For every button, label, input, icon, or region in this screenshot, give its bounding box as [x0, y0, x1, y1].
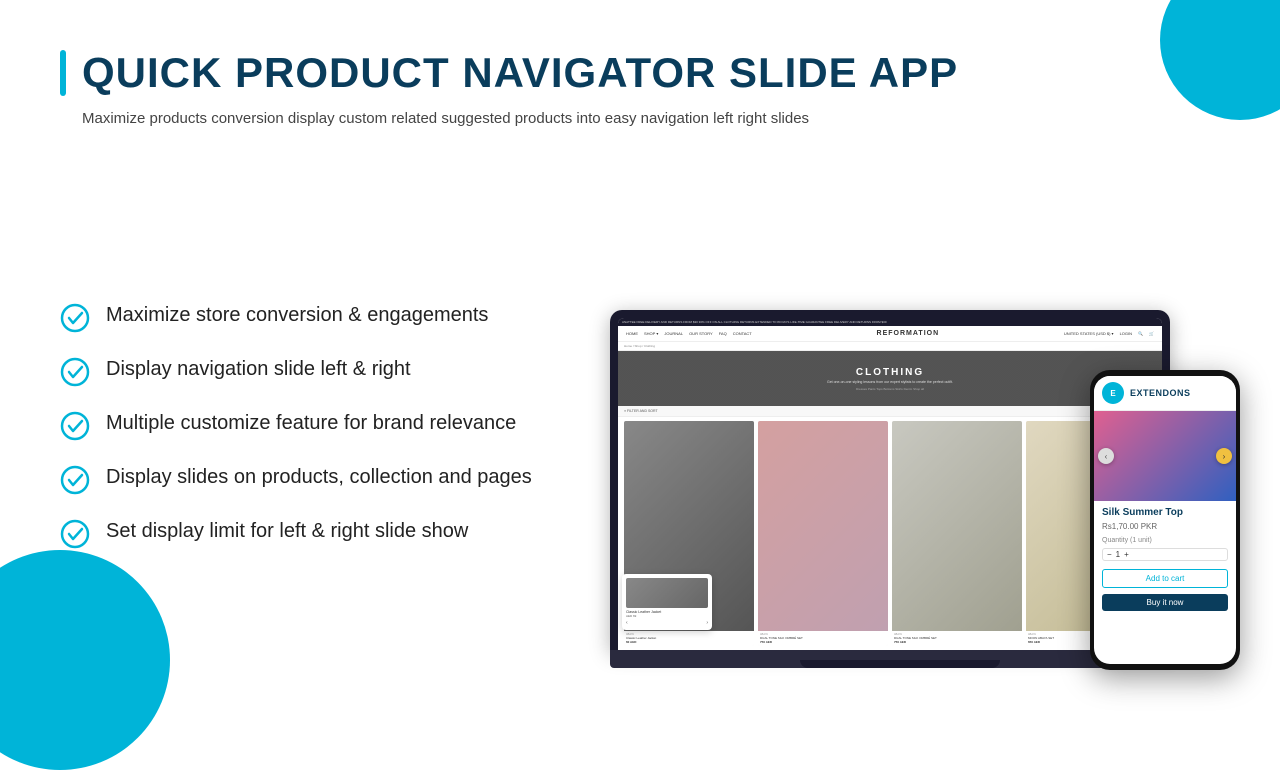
site-hero: CLOTHING Get one-on-one styling lessons …: [618, 351, 1162, 406]
nav-our-story: OUR STORY: [689, 331, 713, 336]
slide-next-arrow[interactable]: ›: [706, 620, 708, 626]
site-top-bar: ANATTEE FREE DELIVERY AND RETURNS FROM $…: [618, 318, 1162, 326]
site-nav-right: UNITED STATES (USD $) ▾ LOGIN 🔍 🛒: [1064, 331, 1154, 336]
feature-text-2: Display navigation slide left & right: [106, 355, 411, 383]
filter-label: ≡ FILTER AND SORT: [624, 409, 658, 413]
mobile-brand-name: EXTENDONS: [1130, 388, 1191, 398]
mobile-qty-minus[interactable]: −: [1107, 550, 1112, 559]
mobile-qty-label: Quantity (1 unit): [1102, 537, 1152, 544]
title-wrapper: QUICK PRODUCT NAVIGATOR SLIDE APP: [60, 50, 1220, 96]
feature-item-1: Maximize store conversion & engagements: [60, 301, 540, 333]
feature-text-4: Display slides on products, collection a…: [106, 463, 532, 491]
product-price-3: 750 AED: [894, 640, 1020, 644]
nav-home: HOME: [626, 331, 638, 336]
slide-widget-img: [626, 578, 708, 608]
slide-prev-arrow[interactable]: ‹: [626, 620, 628, 626]
mobile-qty-controls[interactable]: − 1 +: [1102, 548, 1228, 561]
mobile-header: E EXTENDONS: [1094, 376, 1236, 411]
nav-search-icon: 🔍: [1138, 331, 1143, 336]
check-icon-4: [60, 465, 90, 495]
breadcrumb-text: Home / Shop / Clothing: [624, 344, 655, 348]
site-logo: REFORMATION: [877, 330, 940, 337]
mobile-logo-circle: E: [1102, 382, 1124, 404]
mobile-qty-plus[interactable]: +: [1124, 550, 1129, 559]
product-info-2: ABAYA DUAL TONE SILK OMBRÉ SET 750 AED: [758, 631, 888, 646]
site-top-bar-text: ANATTEE FREE DELIVERY AND RETURNS FROM $…: [622, 320, 887, 324]
feature-item-4: Display slides on products, collection a…: [60, 463, 540, 495]
site-hero-sub: Get one-on-one styling lessons from our …: [827, 380, 953, 384]
title-accent-bar: [60, 50, 66, 96]
mobile-qty-row: Quantity (1 unit): [1102, 537, 1228, 544]
mobile-add-to-cart-button[interactable]: Add to cart: [1102, 569, 1228, 588]
header-section: QUICK PRODUCT NAVIGATOR SLIDE APP Maximi…: [60, 50, 1220, 131]
product-price-1: 60 AED: [626, 640, 752, 644]
mobile-product-price: Rs1,70.00 PKR: [1102, 522, 1228, 531]
feature-text-3: Multiple customize feature for brand rel…: [106, 409, 516, 437]
site-nav-links: HOME SHOP ▾ JOURNAL OUR STORY FAQ CONTAC…: [626, 331, 752, 336]
features-list: Maximize store conversion & engagements …: [60, 161, 540, 690]
mobile-qty-value: 1: [1116, 550, 1120, 559]
page-title: QUICK PRODUCT NAVIGATOR SLIDE APP: [82, 50, 958, 96]
feature-item-5: Set display limit for left & right slide…: [60, 517, 540, 549]
content-area: Maximize store conversion & engagements …: [60, 161, 1220, 690]
product-img-2: [758, 421, 888, 631]
product-card-3: ABAYA DUAL TONE SILK OMBRÉ SET 750 AED: [892, 421, 1022, 646]
product-card-2: ABAYA DUAL TONE SILK OMBRÉ SET 750 AED: [758, 421, 888, 646]
nav-contact: CONTACT: [733, 331, 752, 336]
mobile-prev-arrow[interactable]: ‹: [1098, 448, 1114, 464]
nav-cart-icon: 🛒: [1149, 331, 1154, 336]
mobile-buy-now-button[interactable]: Buy it now: [1102, 594, 1228, 611]
mobile-brand-initial: E: [1110, 389, 1115, 398]
feature-text-5: Set display limit for left & right slide…: [106, 517, 468, 545]
product-price-2: 750 AED: [760, 640, 886, 644]
site-hero-links: Dresses Pants Tops Bottoms Skirts Denim …: [856, 387, 924, 391]
main-container: QUICK PRODUCT NAVIGATOR SLIDE APP Maximi…: [0, 0, 1280, 720]
mobile-product-image-container: ‹ ›: [1094, 411, 1236, 501]
mobile-mockup: E EXTENDONS ‹ ›: [1090, 370, 1240, 670]
slide-widget-price: AED 69: [626, 614, 708, 618]
mobile-next-arrow[interactable]: ›: [1216, 448, 1232, 464]
nav-journal: JOURNAL: [664, 331, 683, 336]
site-nav: HOME SHOP ▾ JOURNAL OUR STORY FAQ CONTAC…: [618, 326, 1162, 342]
mobile-slide-arrows: ‹ ›: [1094, 448, 1236, 464]
mobile-next-icon: ›: [1223, 452, 1226, 461]
product-info-3: ABAYA DUAL TONE SILK OMBRÉ SET 750 AED: [892, 631, 1022, 646]
mobile-product-title: Silk Summer Top: [1102, 507, 1228, 518]
laptop-screen-inner: ANATTEE FREE DELIVERY AND RETURNS FROM $…: [618, 318, 1162, 650]
page-subtitle: Maximize products conversion display cus…: [60, 108, 960, 131]
feature-text-1: Maximize store conversion & engagements: [106, 301, 488, 329]
slide-widget: Classic Leather Jacket AED 69 ‹ ›: [622, 574, 712, 630]
check-icon-5: [60, 519, 90, 549]
product-img-3: [892, 421, 1022, 631]
mobile-screen: E EXTENDONS ‹ ›: [1094, 376, 1236, 664]
site-filter-bar: ≡ FILTER AND SORT BEST SELLING ▾ 22 PROD…: [618, 406, 1162, 417]
nav-locale: UNITED STATES (USD $) ▾: [1064, 331, 1114, 336]
site-hero-title: CLOTHING: [856, 367, 924, 378]
feature-item-3: Multiple customize feature for brand rel…: [60, 409, 540, 441]
slide-widget-nav: ‹ ›: [626, 620, 708, 626]
hero-link-text: Dresses Pants Tops Bottoms Skirts Denim …: [856, 387, 924, 391]
nav-login: LOGIN: [1120, 331, 1132, 336]
nav-shop: SHOP ▾: [644, 331, 658, 336]
check-icon-1: [60, 303, 90, 333]
nav-faq: FAQ: [719, 331, 727, 336]
mobile-product-detail: Silk Summer Top Rs1,70.00 PKR Quantity (…: [1094, 501, 1236, 664]
check-icon-3: [60, 411, 90, 441]
product-info-1: ABAYA Classic Leather Jacket 60 AED: [624, 631, 754, 646]
laptop-screen-outer: ANATTEE FREE DELIVERY AND RETURNS FROM $…: [610, 310, 1170, 650]
feature-item-2: Display navigation slide left & right: [60, 355, 540, 387]
mobile-prev-icon: ‹: [1105, 452, 1108, 461]
mockup-area: ANATTEE FREE DELIVERY AND RETURNS FROM $…: [580, 161, 1220, 690]
check-icon-2: [60, 357, 90, 387]
site-breadcrumb: Home / Shop / Clothing: [618, 342, 1162, 351]
